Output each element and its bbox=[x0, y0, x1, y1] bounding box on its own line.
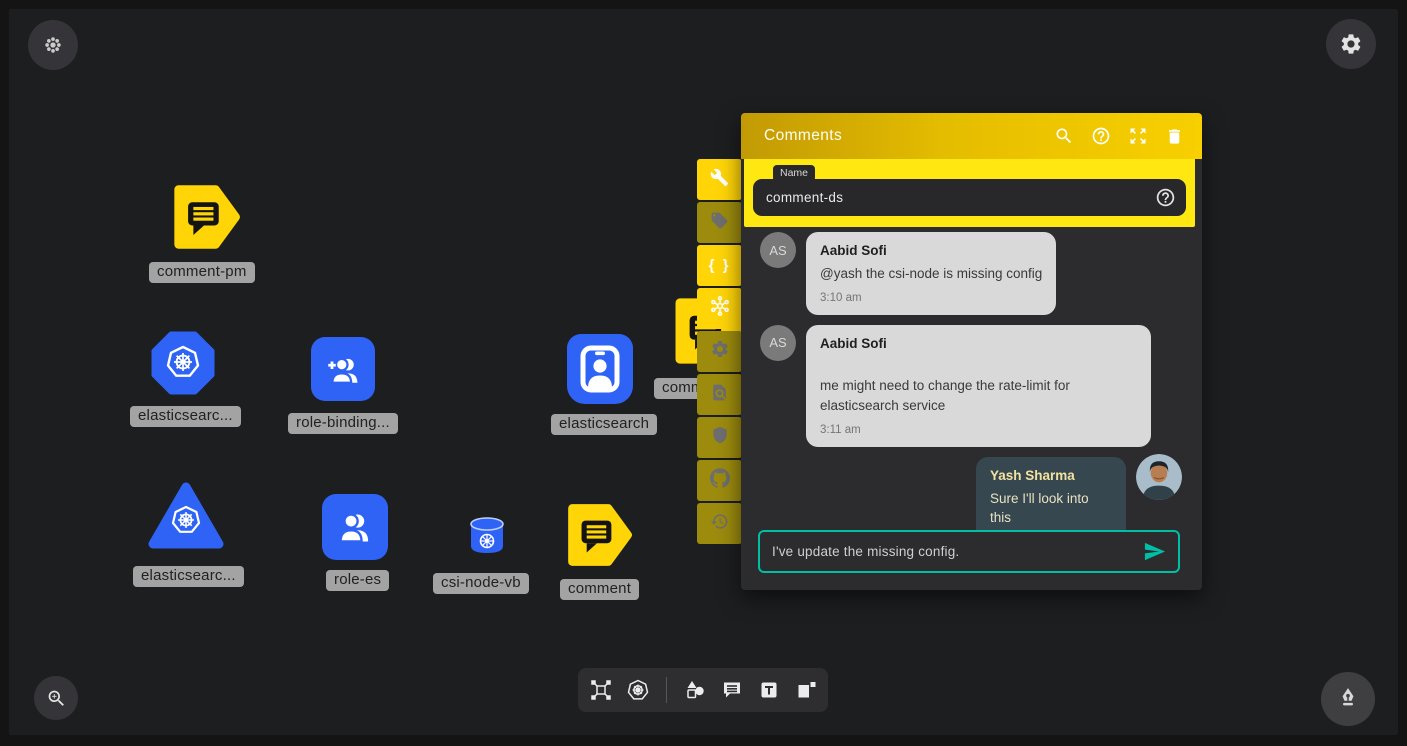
storage-cylinder-icon bbox=[468, 515, 506, 557]
name-field-label: Name bbox=[773, 165, 815, 182]
braces-icon: { } bbox=[709, 257, 731, 274]
infrastructure-icon[interactable] bbox=[589, 678, 613, 702]
node-label: role-es bbox=[326, 570, 389, 591]
zoom-in-icon bbox=[46, 688, 67, 709]
message: AS Aabid Sofi me might need to change th… bbox=[760, 325, 1182, 447]
doc-search-icon bbox=[710, 383, 729, 407]
zoom-in-button[interactable] bbox=[34, 676, 78, 720]
pen-tool-button[interactable] bbox=[1321, 672, 1375, 726]
name-section: Name bbox=[744, 159, 1195, 227]
bottom-dock bbox=[578, 668, 828, 712]
node-action-toolbar: { } bbox=[697, 159, 742, 544]
comment-shape-icon bbox=[562, 498, 634, 572]
node-elasticsearch-octagon[interactable] bbox=[151, 331, 215, 395]
node-label: csi-node-vb bbox=[433, 573, 529, 594]
node-label: elasticsearch bbox=[551, 414, 657, 435]
node-role-binding[interactable] bbox=[311, 337, 375, 401]
toolbar-item-settings[interactable] bbox=[697, 331, 742, 372]
comment-shape-icon bbox=[168, 180, 242, 254]
toolbar-item-mesh[interactable] bbox=[697, 288, 742, 329]
note-icon[interactable] bbox=[794, 678, 818, 702]
message-list: AS Aabid Sofi @yash the csi-node is miss… bbox=[741, 227, 1202, 558]
node-csi-node-vb[interactable] bbox=[468, 515, 506, 557]
message-time: 3:10 am bbox=[820, 290, 1042, 307]
delete-icon[interactable] bbox=[1165, 127, 1184, 146]
text-icon[interactable] bbox=[757, 678, 781, 702]
toolbar-item-github[interactable] bbox=[697, 460, 742, 501]
message-author: Aabid Sofi bbox=[820, 334, 1137, 354]
dock-divider bbox=[666, 677, 667, 703]
toolbar-item-config-code[interactable]: { } bbox=[697, 245, 742, 286]
node-label: comment bbox=[560, 579, 639, 600]
toolbar-item-configure[interactable] bbox=[697, 159, 742, 200]
kubernetes-triangle-icon bbox=[146, 477, 226, 557]
message-bubble: Aabid Sofi @yash the csi-node is missing… bbox=[806, 232, 1056, 315]
send-icon[interactable] bbox=[1143, 540, 1166, 563]
role-binding-icon bbox=[323, 349, 363, 389]
help-icon[interactable] bbox=[1091, 126, 1111, 146]
kubernetes-octagon-icon bbox=[151, 331, 215, 395]
tag-icon bbox=[710, 211, 729, 235]
name-input[interactable] bbox=[766, 190, 1155, 205]
kubernetes-icon[interactable] bbox=[626, 678, 650, 702]
history-icon bbox=[710, 512, 729, 536]
chat-input-row bbox=[758, 530, 1180, 573]
mesh-snowflake-icon bbox=[709, 295, 731, 322]
message-time: 3:11 am bbox=[820, 422, 1137, 439]
message-author: Aabid Sofi bbox=[820, 241, 1042, 261]
gear-icon bbox=[1339, 32, 1363, 56]
chat-message-input[interactable] bbox=[772, 544, 1135, 559]
avatar: AS bbox=[760, 325, 796, 361]
comments-panel: Comments Name AS Aabid Sofi @yash the cs… bbox=[741, 113, 1202, 590]
message: AS Aabid Sofi @yash the csi-node is miss… bbox=[760, 232, 1182, 315]
node-label: role-binding... bbox=[288, 413, 398, 434]
node-label: elasticsearc... bbox=[133, 566, 244, 587]
toolbar-item-tag[interactable] bbox=[697, 202, 742, 243]
shapes-icon[interactable] bbox=[683, 678, 707, 702]
search-icon[interactable] bbox=[1054, 126, 1074, 146]
shield-icon bbox=[711, 426, 729, 449]
settings-button[interactable] bbox=[1326, 19, 1376, 69]
name-field[interactable]: Name bbox=[753, 179, 1186, 216]
node-role-es[interactable] bbox=[322, 494, 388, 560]
app-frame: comment-pm elasticsearc... role-binding.… bbox=[0, 0, 1407, 746]
pen-nib-icon bbox=[1335, 686, 1361, 712]
app-menu-button[interactable] bbox=[28, 20, 78, 70]
message-text: @yash the csi-node is missing config bbox=[820, 264, 1042, 284]
message-text: Sure I'll look into this bbox=[990, 489, 1112, 528]
service-account-badge-icon bbox=[578, 344, 622, 394]
node-elasticsearch-triangle[interactable] bbox=[146, 477, 226, 557]
node-elasticsearch-service-account[interactable] bbox=[567, 334, 633, 404]
message-text: me might need to change the rate-limit f… bbox=[820, 376, 1137, 415]
node-comment[interactable] bbox=[562, 498, 634, 572]
node-label: comment-pm bbox=[149, 262, 255, 283]
avatar-photo bbox=[1136, 454, 1182, 500]
message-author: Yash Sharma bbox=[990, 466, 1112, 486]
comments-panel-header[interactable]: Comments bbox=[741, 113, 1202, 159]
gear-icon bbox=[710, 339, 730, 364]
wrench-icon bbox=[710, 168, 729, 192]
field-help-icon[interactable] bbox=[1155, 187, 1176, 208]
flower-asterisk-icon bbox=[42, 34, 64, 56]
toolbar-item-history[interactable] bbox=[697, 503, 742, 544]
toolbar-item-inspect[interactable] bbox=[697, 374, 742, 415]
expand-icon[interactable] bbox=[1128, 126, 1148, 146]
role-icon bbox=[334, 506, 376, 548]
message-bubble: Aabid Sofi me might need to change the r… bbox=[806, 325, 1151, 447]
toolbar-item-security[interactable] bbox=[697, 417, 742, 458]
node-label: elasticsearc... bbox=[130, 406, 241, 427]
panel-title: Comments bbox=[764, 127, 1054, 145]
comment-icon[interactable] bbox=[720, 678, 744, 702]
github-icon bbox=[710, 468, 730, 493]
avatar: AS bbox=[760, 232, 796, 268]
node-comment-pm[interactable] bbox=[168, 180, 242, 254]
